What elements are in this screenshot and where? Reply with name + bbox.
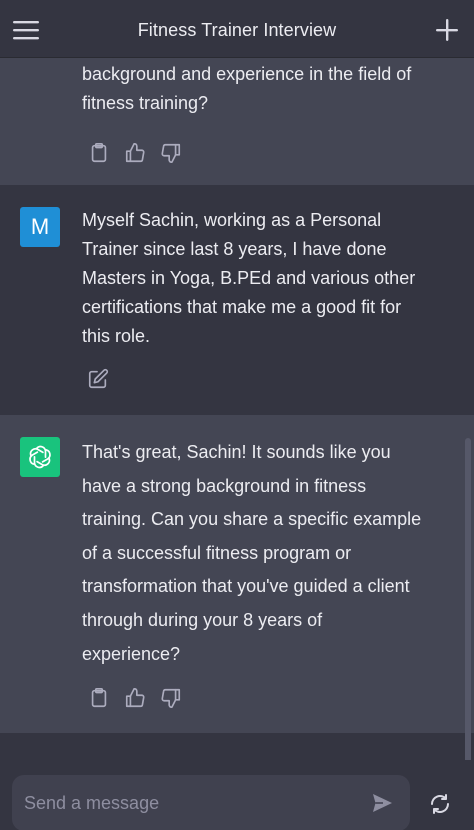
clipboard-icon[interactable] <box>88 142 110 164</box>
user-message-text: Myself Sachin, working as a Personal Tra… <box>82 206 454 351</box>
clipboard-icon[interactable] <box>88 687 110 709</box>
plus-icon[interactable] <box>434 17 460 43</box>
send-icon[interactable] <box>370 791 394 815</box>
user-message: M Myself Sachin, working as a Personal T… <box>0 185 474 415</box>
message-line: experience? <box>82 643 181 664</box>
assistant-message: background and experience in the field o… <box>0 58 474 185</box>
scrollbar-thumb[interactable] <box>465 438 471 768</box>
message-line: have a strong background in fitness <box>82 475 367 496</box>
message-line: through during your 8 years of <box>82 609 323 630</box>
message-line: background and experience in the field o… <box>82 64 412 84</box>
chat-title: Fitness Trainer Interview <box>137 20 337 40</box>
message-input-container <box>12 775 410 830</box>
message-line: That's great, Sachin! It sounds like you <box>82 442 391 462</box>
message-actions <box>88 142 182 164</box>
composer-bar <box>0 760 474 830</box>
thumbs-up-icon[interactable] <box>124 142 146 164</box>
message-input[interactable] <box>24 775 354 830</box>
assistant-message-text: background and experience in the field o… <box>82 60 454 118</box>
thumbs-up-icon[interactable] <box>124 687 146 709</box>
message-line: transformation that you've guided a clie… <box>82 576 410 597</box>
message-line: Myself Sachin, working as a Personal <box>82 210 382 230</box>
chatgpt-logo-icon <box>20 437 60 477</box>
assistant-message: That's great, Sachin! It sounds like you… <box>0 415 474 733</box>
user-avatar: M <box>20 207 60 247</box>
message-line: training. Can you share a specific examp… <box>82 509 422 530</box>
message-line: certifications that make me a good fit f… <box>82 297 402 317</box>
message-line: fitness training? <box>82 93 209 113</box>
regenerate-icon[interactable] <box>428 792 452 816</box>
message-line: Trainer since last 8 years, I have done <box>82 239 387 259</box>
message-actions <box>88 687 182 709</box>
message-line: Masters in Yoga, B.PEd and various other <box>82 268 416 288</box>
message-line: of a successful fitness program or <box>82 542 352 563</box>
thumbs-down-icon[interactable] <box>160 687 182 709</box>
assistant-message-text: That's great, Sachin! It sounds like you… <box>82 436 454 671</box>
message-line: this role. <box>82 326 151 346</box>
edit-icon[interactable] <box>87 368 109 390</box>
top-bar: Fitness Trainer Interview <box>0 0 474 58</box>
thumbs-down-icon[interactable] <box>160 142 182 164</box>
